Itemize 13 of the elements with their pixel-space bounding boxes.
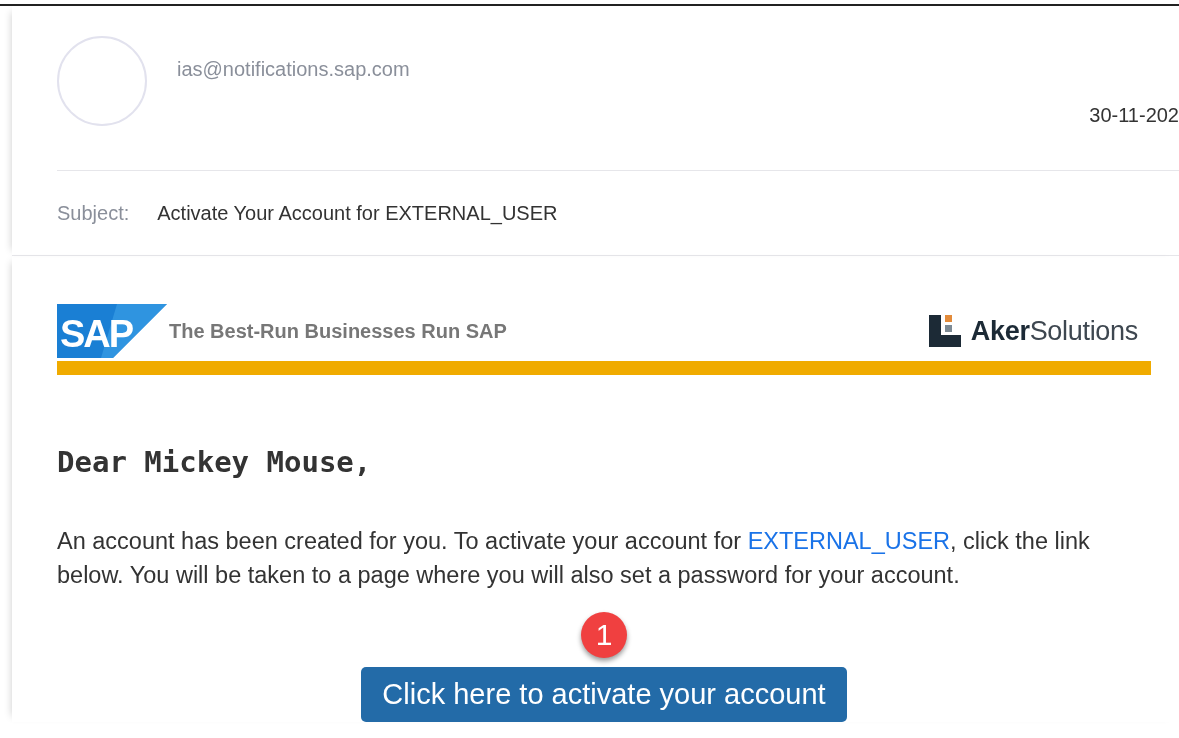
account-link[interactable]: EXTERNAL_USER [747, 528, 951, 554]
message-date: 30-11-202 [1089, 104, 1179, 128]
body-paragraph: An account has been created for you. To activate your account for EXTERNAL_USER, click the link below. You will be taken to a page where you will also set a password for your account. [57, 527, 1091, 590]
step-badge: 1 [581, 612, 627, 658]
sap-logo: SAP [57, 304, 167, 358]
greeting: Dear Mickey Mouse, [57, 445, 373, 479]
tagline: The Best-Run Businesses Run SAP [169, 319, 507, 343]
subject-label: Subject: [57, 201, 130, 225]
partner-logo-text: AkerSolutions [970, 315, 1138, 347]
squares-logo-icon [928, 315, 961, 347]
activate-button[interactable]: Click here to activate your account [361, 667, 847, 722]
sender-address: ias@notifications.sap.com [177, 58, 410, 82]
subject-text: Activate Your Account for EXTERNAL_USER [157, 201, 558, 225]
